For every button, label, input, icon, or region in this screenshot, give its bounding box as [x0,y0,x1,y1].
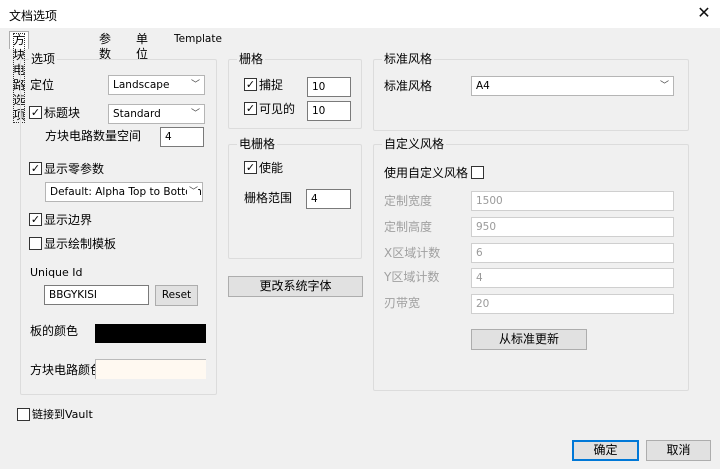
grid-group-label: 栅格 [237,52,266,66]
tab-label: 参数 [99,32,112,61]
reset-button[interactable]: Reset [155,285,198,306]
ok-button[interactable]: 确定 [572,440,639,461]
enable-label: 使能 [259,161,284,175]
grid-range-label: 栅格范围 [244,191,293,205]
custom-height-label: 定制高度 [384,220,433,234]
snap-input[interactable]: 10 [307,77,351,97]
margin-width-input: 20 [471,294,674,314]
title-block-label: 标题块 [44,106,81,120]
enable-checkbox[interactable]: ✓ [244,161,257,174]
x-region-count-input: 6 [471,243,674,263]
custom-style-group-label: 自定义风格 [382,137,447,151]
title-block-value: Standard [113,108,161,120]
x-region-count-label: X区域计数 [384,246,441,260]
grid-range-input[interactable]: 4 [306,189,351,209]
y-region-count-input: 4 [471,268,674,288]
standard-style-label: 标准风格 [384,79,433,93]
margin-width-label: 刃带宽 [384,296,421,310]
custom-height-input: 950 [471,217,674,237]
cancel-button[interactable]: 取消 [646,440,711,461]
close-icon[interactable]: ✕ [694,3,714,23]
custom-width-label: 定制宽度 [384,194,433,208]
default-order-value: Default: Alpha Top to Bottom [50,186,202,198]
tab-label: Template [174,33,222,45]
tab-parameters[interactable]: 参数 [97,32,113,61]
board-color-label: 板的颜色 [30,324,79,338]
snap-label: 捕捉 [259,78,284,92]
title-block-checkbox[interactable]: ✓ [29,106,42,119]
sheet-count-label: 方块电路数量空间 [45,129,142,143]
visible-label: 可见的 [259,102,296,116]
link-vault-label: 链接到Vault [32,408,93,421]
update-from-standard-button[interactable]: 从标准更新 [471,329,587,350]
link-vault-checkbox[interactable] [17,408,30,421]
chevron-down-icon: ﹀ [659,81,669,91]
tab-units[interactable]: 单位 [134,32,150,61]
chevron-down-icon: ﹀ [190,109,200,119]
use-custom-style-label: 使用自定义风格 [384,166,469,180]
y-region-count-label: Y区域计数 [384,270,440,284]
orientation-value: Landscape [113,79,170,91]
sheet-count-input[interactable]: 4 [160,127,204,147]
show-template-label: 显示绘制模板 [44,237,117,251]
tab-template[interactable]: Template [172,32,224,48]
visible-input[interactable]: 10 [307,101,351,121]
chevron-down-icon: ﹀ [186,183,198,201]
sheet-color-swatch[interactable] [95,359,206,379]
show-zero-params-checkbox[interactable]: ✓ [29,162,42,175]
standard-style-select[interactable]: A4 ﹀ [471,76,674,96]
unique-id-label: Unique Id [30,266,83,279]
window-title: 文档选项 [9,9,58,23]
default-order-select[interactable]: Default: Alpha Top to Bottom ﹀ [45,182,203,202]
tab-label: 单位 [136,32,149,61]
snap-checkbox[interactable]: ✓ [244,78,257,91]
visible-checkbox[interactable]: ✓ [244,102,257,115]
show-border-label: 显示边界 [44,213,93,227]
show-border-checkbox[interactable]: ✓ [29,213,42,226]
chevron-down-icon: ﹀ [190,80,200,90]
custom-width-input: 1500 [471,191,674,211]
title-bar [0,0,720,28]
change-system-font-button[interactable]: 更改系统字体 [228,276,363,297]
show-zero-params-label: 显示零参数 [44,162,105,176]
standard-style-value: A4 [476,80,490,92]
orientation-select[interactable]: Landscape ﹀ [108,75,205,95]
electrical-grid-group-label: 电栅格 [237,137,278,151]
orientation-label: 定位 [30,78,55,92]
unique-id-input[interactable]: BBGYKISI [44,285,149,305]
use-custom-style-checkbox[interactable] [471,166,484,179]
board-color-swatch[interactable] [95,324,206,343]
tab-sheet-options[interactable]: 方块电路选项 [9,31,30,123]
standard-style-group-label: 标准风格 [382,52,435,66]
title-block-select[interactable]: Standard ﹀ [108,104,205,124]
options-group-label: 选项 [29,52,58,66]
show-template-checkbox[interactable] [29,237,42,250]
sheet-color-label: 方块电路颜色 [30,363,103,377]
